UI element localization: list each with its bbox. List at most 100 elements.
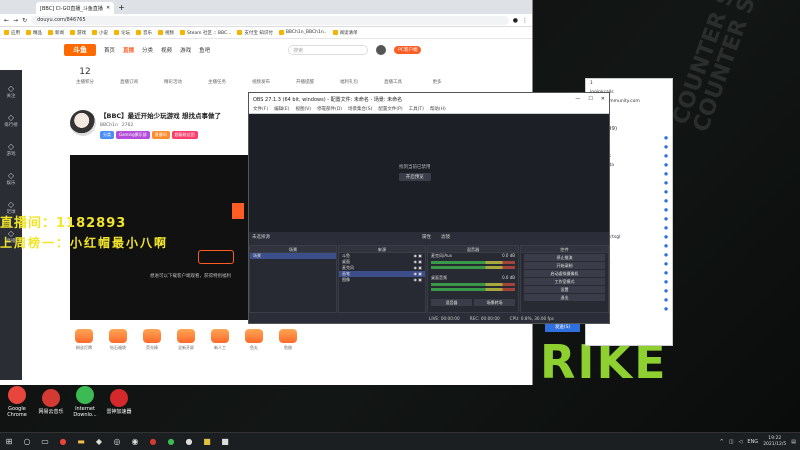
streamer-avatar[interactable] (70, 110, 96, 136)
bookmark-item[interactable]: Steam 社区 :: BBC... (180, 30, 231, 36)
gift-item[interactable]: 钻石福袋 (104, 329, 132, 351)
nav-category[interactable]: 分类 (142, 46, 153, 54)
obs-menu-item[interactable]: 编辑(E) (274, 106, 289, 112)
network-icon[interactable]: ◫ (729, 439, 734, 445)
filters-button[interactable]: 滤镜 (441, 234, 450, 240)
anchor-tool-item[interactable]: 更多 (422, 67, 452, 85)
maximize-icon[interactable]: ☐ (588, 96, 592, 102)
chrome-taskbar-icon[interactable]: ● (54, 433, 72, 450)
reload-icon[interactable]: ↻ (22, 17, 27, 24)
browser-tab[interactable]: [BBC] Cl-GO直播_斗鱼直播 ✕ (36, 2, 115, 14)
task-view-icon[interactable]: ▭ (36, 433, 54, 450)
desktop-icon[interactable]: Internet Downlo... (68, 386, 102, 418)
bookmark-item[interactable]: 精品 (26, 30, 42, 36)
nav-live[interactable]: 直播 (123, 46, 134, 54)
anchor-tool-item[interactable]: 12 主播积分 (70, 67, 100, 85)
desktop-icon[interactable]: 网易云音乐 (34, 389, 68, 415)
volume-icon[interactable]: ◁ (739, 439, 743, 445)
bookmark-item[interactable]: 小说 (92, 30, 108, 36)
anchor-tool-item[interactable]: 开播提醒 (290, 67, 320, 85)
eye-lock-icon[interactable]: ◉ ▣ (413, 277, 422, 283)
bookmark-item[interactable]: 应用 (4, 30, 20, 36)
control-button[interactable]: 停止推流 (524, 254, 605, 261)
close-icon[interactable]: ✕ (601, 96, 605, 102)
profile-icon[interactable]: ● (513, 17, 518, 24)
tab-transitions[interactable]: 场景转场 (474, 299, 515, 306)
obs-menu-item[interactable]: 视图(V) (295, 106, 311, 112)
anchor-tool-item[interactable]: 精彩活动 (158, 67, 188, 85)
obs-menu-item[interactable]: 场景集合(S) (348, 106, 372, 112)
back-icon[interactable]: ← (4, 17, 9, 24)
sidebar-item[interactable]: ◇ 游戏 (0, 142, 22, 157)
obs-menu-item[interactable]: 工具(T) (409, 106, 424, 112)
bookmark-item[interactable]: BBCh1n_BBCh1n.. (278, 30, 327, 35)
gift-item[interactable]: 鱼翅 (274, 329, 302, 351)
desktop-icon[interactable]: 雷神加速器 (102, 389, 136, 415)
control-button[interactable]: 设置 (524, 286, 605, 293)
obs-menu-item[interactable]: 配置文件(P) (378, 106, 402, 112)
bookmark-item[interactable]: 新闻 (48, 30, 64, 36)
url-input[interactable]: douyu.com/846765 (31, 15, 509, 25)
nav-video[interactable]: 视频 (161, 46, 172, 54)
avatar[interactable] (376, 45, 387, 55)
obs-menu-item[interactable]: 停靠部件(D) (317, 106, 342, 112)
windows-start-icon[interactable]: ⊞ (0, 433, 18, 450)
scene-item[interactable]: 场景 (250, 253, 336, 259)
download-tab[interactable] (232, 203, 244, 219)
notification-icon[interactable]: ▤ (791, 439, 796, 445)
new-tab-button[interactable]: + (118, 3, 125, 12)
game-icon[interactable]: ■ (198, 433, 216, 450)
gift-item[interactable]: 鱼丸 (240, 329, 268, 351)
obs-menu-item[interactable]: 文件(F) (253, 106, 268, 112)
file-explorer-icon[interactable]: ▬ (72, 433, 90, 450)
control-button[interactable]: 开始录制 (524, 262, 605, 269)
desktop-volume-meter[interactable] (431, 283, 515, 286)
tab-mixer[interactable]: 混音器 (431, 299, 472, 306)
mic-volume-meter[interactable] (431, 261, 515, 264)
bookmark-item[interactable]: 游戏 (70, 30, 86, 36)
sidebar-item[interactable]: ◇ 娱乐 (0, 171, 22, 186)
nav-fishbar[interactable]: 鱼吧 (199, 46, 210, 54)
gift-item[interactable]: 荧光棒 (138, 329, 166, 351)
obs-taskbar-icon[interactable]: ◉ (126, 433, 144, 450)
wechat-icon[interactable]: ● (162, 433, 180, 450)
minimize-icon[interactable]: — (575, 96, 580, 102)
control-button[interactable]: 启动虚拟摄像机 (524, 270, 605, 277)
open-client-button[interactable] (198, 250, 234, 264)
music-icon[interactable]: ● (144, 433, 162, 450)
bookmark-item[interactable]: 论坛 (114, 30, 130, 36)
control-button[interactable]: 工作室模式 (524, 278, 605, 285)
control-button[interactable]: 退出 (524, 294, 605, 301)
bookmark-item[interactable]: 视频 (158, 30, 174, 36)
streamer-name[interactable]: BBCh1n (100, 123, 118, 128)
anchor-tool-item[interactable]: 主播任务 (202, 67, 232, 85)
search-input[interactable]: 搜索 (288, 45, 369, 55)
source-item[interactable]: 图像 ◉ ▣ (339, 277, 425, 283)
obs-preview[interactable]: 找到当前已禁用 开启预览 (249, 114, 609, 232)
desktop-icon[interactable]: Google Chrome (0, 386, 34, 418)
clock[interactable]: 19:22 2021/12/5 (763, 436, 786, 448)
bookmark-item[interactable]: 阅读清单 (332, 30, 358, 36)
properties-button[interactable]: 属性 (422, 234, 431, 240)
menu-icon[interactable]: ⋮ (522, 17, 528, 24)
steam-icon[interactable]: ◎ (108, 433, 126, 450)
gift-item[interactable]: 新人工 (206, 329, 234, 351)
obs-menu-item[interactable]: 帮助(H) (430, 106, 446, 112)
chevron-up-icon[interactable]: ^ (720, 439, 724, 445)
anchor-tool-item[interactable]: 福利礼包 (334, 67, 364, 85)
qq-icon[interactable]: ● (180, 433, 198, 450)
app-icon[interactable]: ■ (216, 433, 234, 450)
anchor-tool-item[interactable]: 直播工具 (378, 67, 408, 85)
store-icon[interactable]: ◆ (90, 433, 108, 450)
anchor-tool-item[interactable]: 直播订阅 (114, 67, 144, 85)
input-language[interactable]: ENG (747, 439, 758, 445)
gift-item[interactable]: 全新开屏 (172, 329, 200, 351)
close-icon[interactable]: ✕ (106, 5, 110, 11)
pc-client-button[interactable]: PC客户端 (394, 46, 422, 54)
gift-item[interactable]: 粉丝灯牌 (70, 329, 98, 351)
douyu-logo[interactable]: 斗鱼 (64, 44, 96, 56)
search-icon[interactable]: ○ (18, 433, 36, 450)
forward-icon[interactable]: → (13, 17, 18, 24)
nav-games[interactable]: 游戏 (180, 46, 191, 54)
anchor-tool-item[interactable]: 视频发布 (246, 67, 276, 85)
